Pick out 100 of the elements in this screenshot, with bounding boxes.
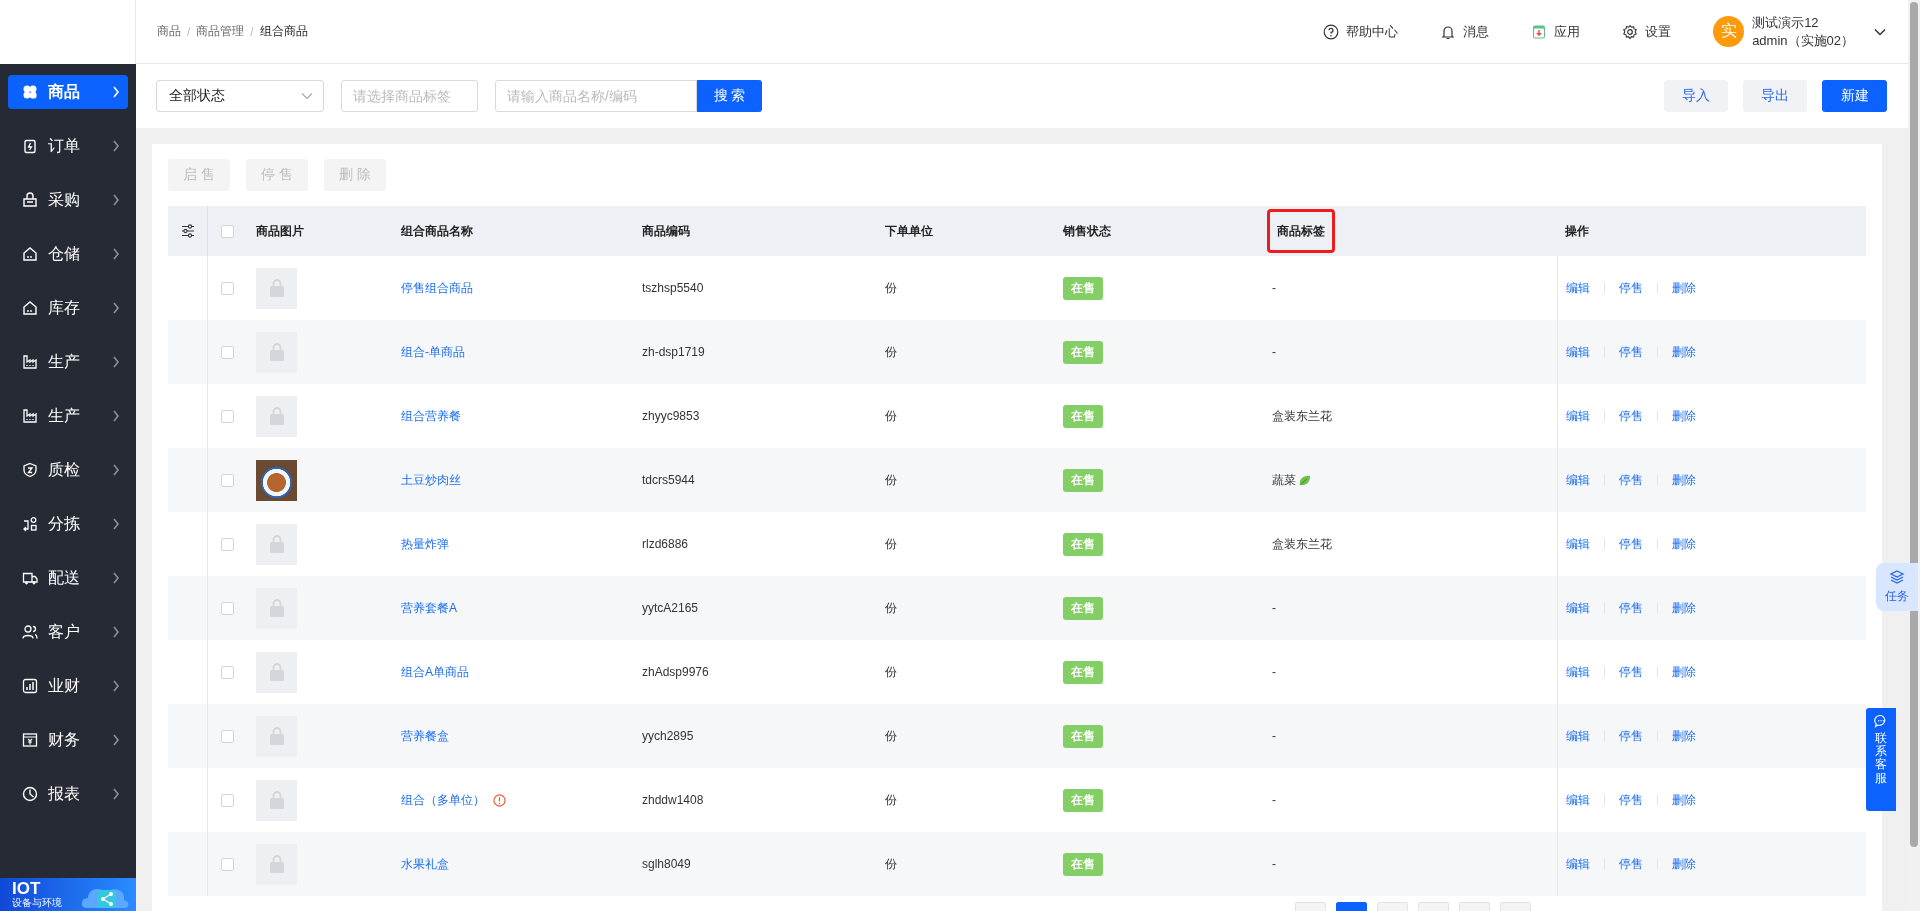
order-unit: 份 — [885, 279, 897, 297]
row-action-link[interactable]: 删除 — [1672, 471, 1696, 489]
breadcrumb-item[interactable]: 商品管理 — [196, 23, 245, 40]
row-action-link[interactable]: 编辑 — [1566, 855, 1590, 873]
header-link[interactable]: 帮助中心 — [1323, 22, 1399, 41]
row-action-link[interactable]: 删除 — [1672, 855, 1696, 873]
chevron-right-icon — [112, 626, 120, 638]
action-button[interactable]: 新建 — [1822, 80, 1887, 112]
product-name-link[interactable]: 组合营养餐 — [401, 407, 461, 425]
row-checkbox[interactable] — [221, 409, 234, 423]
row-action-link[interactable]: 删除 — [1672, 727, 1696, 745]
breadcrumb-item[interactable]: 商品 — [157, 23, 181, 40]
row-action-link[interactable]: 停售 — [1619, 279, 1643, 297]
row-action-link[interactable]: 停售 — [1619, 855, 1643, 873]
order-unit: 份 — [885, 663, 897, 681]
column-header: 组合商品名称 — [401, 222, 473, 240]
row-checkbox[interactable] — [221, 473, 234, 487]
row-action-link[interactable]: 停售 — [1619, 727, 1643, 745]
product-name-link[interactable]: 组合A单商品 — [401, 663, 469, 681]
sidebar-item[interactable]: 配送 — [8, 561, 128, 595]
row-action-link[interactable]: 删除 — [1672, 535, 1696, 553]
product-name-link[interactable]: 水果礼盒 — [401, 855, 449, 873]
row-action-link[interactable]: 停售 — [1619, 407, 1643, 425]
product-tag: 盒装东兰花 — [1272, 535, 1332, 553]
sidebar-item[interactable]: 报表 — [8, 777, 128, 811]
header-link[interactable]: 设置 — [1622, 22, 1672, 41]
sidebar-item[interactable]: 生产 — [8, 399, 128, 433]
row-checkbox[interactable] — [221, 345, 234, 359]
product-name-link[interactable]: 组合（多单位） — [401, 791, 485, 809]
customer-service-button[interactable]: 联系客服 — [1866, 708, 1896, 811]
row-action-link[interactable]: 停售 — [1619, 535, 1643, 553]
sidebar-item[interactable]: 业财 — [8, 669, 128, 703]
chevron-down-icon[interactable] — [1874, 27, 1886, 36]
column-header: 操作 — [1565, 222, 1589, 240]
row-action-link[interactable]: 编辑 — [1566, 407, 1590, 425]
order-unit: 份 — [885, 343, 897, 361]
row-action-link[interactable]: 编辑 — [1566, 343, 1590, 361]
row-action-link[interactable]: 停售 — [1619, 791, 1643, 809]
product-name-link[interactable]: 营养套餐A — [401, 599, 457, 617]
row-action-link[interactable]: 停售 — [1619, 599, 1643, 617]
chevron-right-icon — [112, 410, 120, 422]
breadcrumb-separator: / — [187, 24, 191, 39]
row-action-link[interactable]: 编辑 — [1566, 599, 1590, 617]
product-name-link[interactable]: 停售组合商品 — [401, 279, 473, 297]
header-link[interactable]: 应用 — [1531, 22, 1581, 41]
row-checkbox[interactable] — [221, 537, 234, 551]
sidebar-item[interactable]: 生产 — [8, 345, 128, 379]
row-checkbox[interactable] — [221, 665, 234, 679]
row-action-link[interactable]: 删除 — [1672, 791, 1696, 809]
row-checkbox[interactable] — [221, 729, 234, 743]
product-code: zhddw1408 — [642, 793, 704, 807]
row-checkbox[interactable] — [221, 601, 234, 615]
search-field[interactable]: 请输入商品名称/编码 — [495, 80, 697, 112]
row-action-link[interactable]: 删除 — [1672, 599, 1696, 617]
tag-select[interactable]: 请选择商品标签 — [341, 80, 478, 112]
iot-banner[interactable]: IOT 设备与环境 — [0, 878, 136, 911]
search-button[interactable]: 搜 索 — [697, 80, 762, 112]
row-action-link[interactable]: 编辑 — [1566, 279, 1590, 297]
menu-icon — [22, 354, 38, 370]
sidebar-item[interactable]: 财务 — [8, 723, 128, 757]
row-action-link[interactable]: 删除 — [1672, 663, 1696, 681]
row-action-link[interactable]: 编辑 — [1566, 727, 1590, 745]
sidebar-item[interactable]: 采购 — [8, 183, 128, 217]
task-button[interactable]: 任务 — [1876, 563, 1918, 611]
row-action-link[interactable]: 停售 — [1619, 471, 1643, 489]
column-settings-icon[interactable] — [179, 223, 196, 239]
row-action-link[interactable]: 编辑 — [1566, 471, 1590, 489]
product-name-link[interactable]: 热量炸弹 — [401, 535, 449, 553]
row-action-link[interactable]: 停售 — [1619, 343, 1643, 361]
sidebar-item[interactable]: 质检 — [8, 453, 128, 487]
status-select[interactable]: 全部状态 — [156, 80, 324, 112]
row-action-link[interactable]: 编辑 — [1566, 663, 1590, 681]
row-action-link[interactable]: 停售 — [1619, 663, 1643, 681]
scrollbar-thumb[interactable] — [1910, 2, 1918, 847]
header-link[interactable]: 消息 — [1440, 22, 1490, 41]
sidebar-item[interactable]: 分拣 — [8, 507, 128, 541]
action-button[interactable]: 导入 — [1664, 80, 1728, 112]
product-tag: - — [1272, 345, 1276, 359]
sidebar-item[interactable]: 库存 — [8, 291, 128, 325]
sidebar-item[interactable]: 订单 — [8, 129, 128, 163]
row-checkbox[interactable] — [221, 281, 234, 295]
row-action-link[interactable]: 删除 — [1672, 279, 1696, 297]
product-tag: - — [1272, 281, 1276, 295]
product-name-link[interactable]: 营养餐盒 — [401, 727, 449, 745]
row-action-link[interactable]: 删除 — [1672, 343, 1696, 361]
select-all-checkbox[interactable] — [221, 224, 234, 238]
sidebar-item[interactable]: 商品 — [8, 75, 128, 109]
action-button[interactable]: 导出 — [1743, 80, 1807, 112]
row-checkbox[interactable] — [221, 793, 234, 807]
row-action-link[interactable]: 编辑 — [1566, 791, 1590, 809]
bell-icon — [1440, 23, 1457, 40]
chat-icon — [1874, 714, 1888, 728]
row-checkbox[interactable] — [221, 857, 234, 871]
order-unit: 份 — [885, 471, 897, 489]
product-name-link[interactable]: 土豆炒肉丝 — [401, 471, 461, 489]
product-name-link[interactable]: 组合-单商品 — [401, 343, 465, 361]
sidebar-item[interactable]: 仓储 — [8, 237, 128, 271]
row-action-link[interactable]: 编辑 — [1566, 535, 1590, 553]
row-action-link[interactable]: 删除 — [1672, 407, 1696, 425]
sidebar-item[interactable]: 客户 — [8, 615, 128, 649]
